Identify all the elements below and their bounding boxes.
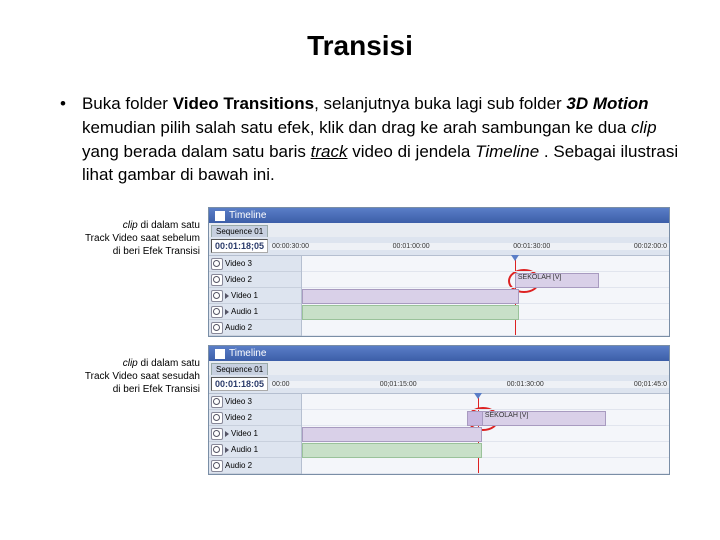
window-icon [215, 349, 225, 359]
track-headers: Video 3 Video 2 Video 1 Audio 1 Audio 2 [209, 394, 302, 474]
time-ruler[interactable]: 00:00:30:0000:01:00:0000:01:30:0000:02:0… [270, 243, 669, 250]
window-icon [215, 211, 225, 221]
expand-icon[interactable] [225, 309, 229, 315]
slide-title: Transisi [40, 30, 680, 62]
bullet-dot: • [60, 92, 66, 187]
audio-clip[interactable] [302, 443, 482, 458]
video-clip[interactable]: SEKOLAH [V] [515, 273, 599, 288]
bullet-text: Buka folder Video Transitions, selanjutn… [82, 92, 680, 187]
caption-after: clip di dalam satu Track Video saat sesu… [60, 345, 200, 396]
expand-icon[interactable] [225, 447, 229, 453]
timecode-display[interactable]: 00:01:18:05 [211, 377, 268, 391]
speaker-icon[interactable] [211, 322, 223, 334]
timecode-display[interactable]: 00:01:18;05 [211, 239, 268, 253]
video-clip[interactable]: SEKOLAH [V] [482, 411, 606, 426]
speaker-icon[interactable] [211, 460, 223, 472]
audio-clip[interactable] [302, 305, 519, 320]
sequence-tab[interactable]: Sequence 01 [211, 225, 268, 237]
eye-icon[interactable] [211, 274, 223, 286]
expand-icon[interactable] [225, 293, 229, 299]
time-ruler[interactable]: 00:0000;01:15:0000:01:30:0000;01:45:0 [270, 381, 669, 388]
speaker-icon[interactable] [211, 306, 223, 318]
bullet-item: • Buka folder Video Transitions, selanju… [60, 92, 680, 187]
eye-icon[interactable] [211, 258, 223, 270]
panel-titlebar: Timeline [209, 346, 669, 361]
eye-icon[interactable] [211, 428, 223, 440]
speaker-icon[interactable] [211, 444, 223, 456]
eye-icon[interactable] [211, 396, 223, 408]
video-clip[interactable] [302, 427, 482, 442]
timeline-panel-after: Timeline Sequence 01 00:01:18:05 00:0000… [208, 345, 670, 475]
eye-icon[interactable] [211, 290, 223, 302]
track-area[interactable]: SEKOLAH [V] [302, 256, 669, 336]
expand-icon[interactable] [225, 431, 229, 437]
video-clip[interactable] [302, 289, 519, 304]
track-area[interactable]: SEKOLAH [V] [302, 394, 669, 474]
eye-icon[interactable] [211, 412, 223, 424]
track-headers: Video 3 Video 2 Video 1 Audio 1 Audio 2 [209, 256, 302, 336]
caption-before: clip di dalam satu Track Video saat sebe… [60, 207, 200, 258]
sequence-tab[interactable]: Sequence 01 [211, 363, 268, 375]
timeline-panel-before: Timeline Sequence 01 00:01:18;05 00:00:3… [208, 207, 670, 337]
panel-titlebar: Timeline [209, 208, 669, 223]
figures: clip di dalam satu Track Video saat sebe… [60, 207, 680, 475]
